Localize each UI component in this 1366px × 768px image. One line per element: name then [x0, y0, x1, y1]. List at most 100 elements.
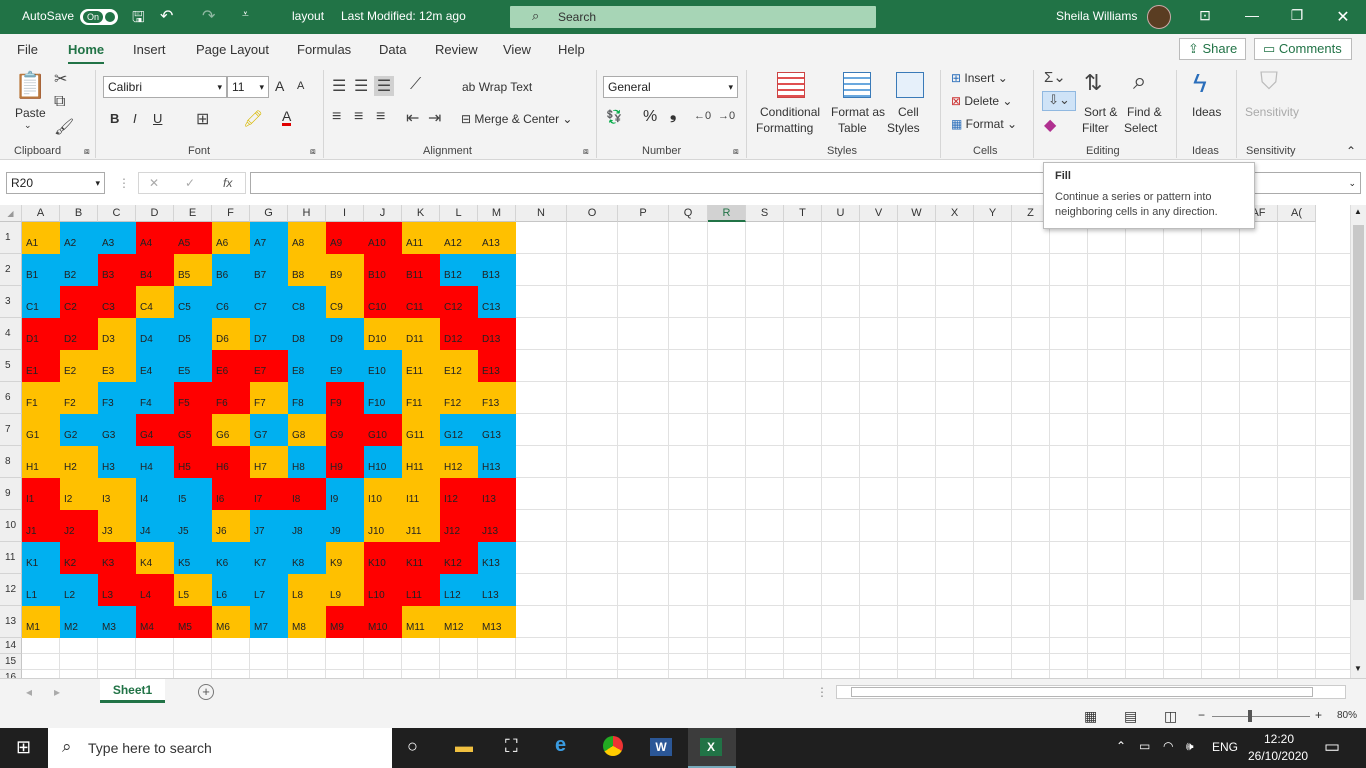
column-header[interactable]: A — [22, 205, 60, 222]
cell[interactable]: K10 — [364, 542, 402, 574]
cell[interactable]: K4 — [136, 542, 174, 574]
cell[interactable]: G9 — [326, 414, 364, 446]
cell[interactable]: I2 — [60, 478, 98, 510]
cell[interactable]: M11 — [402, 606, 440, 638]
column-header[interactable]: C — [98, 205, 136, 222]
column-header[interactable]: Y — [974, 205, 1012, 222]
cell[interactable]: J10 — [364, 510, 402, 542]
cell[interactable]: B4 — [136, 254, 174, 286]
cell[interactable]: F2 — [60, 382, 98, 414]
redo-icon[interactable]: ↷ — [202, 6, 215, 26]
cell[interactable]: L7 — [250, 574, 288, 606]
accounting-format-icon[interactable]: 💱 — [606, 109, 622, 125]
cell[interactable]: E9 — [326, 350, 364, 382]
cell[interactable]: E6 — [212, 350, 250, 382]
cell[interactable]: J3 — [98, 510, 136, 542]
cell[interactable]: A11 — [402, 222, 440, 254]
increase-indent-icon[interactable]: ⇥ — [428, 108, 441, 128]
column-header[interactable]: R — [708, 205, 746, 222]
cell[interactable]: I12 — [440, 478, 478, 510]
cell[interactable]: F10 — [364, 382, 402, 414]
cell[interactable]: E13 — [478, 350, 516, 382]
autosum-icon[interactable]: Σ⌄ — [1044, 68, 1066, 86]
cell[interactable]: M8 — [288, 606, 326, 638]
column-header[interactable]: G — [250, 205, 288, 222]
cell[interactable]: D3 — [98, 318, 136, 350]
page-layout-view-icon[interactable]: ▤ — [1124, 708, 1137, 725]
cell[interactable]: I10 — [364, 478, 402, 510]
tab-view[interactable]: View — [503, 42, 531, 57]
conditional-formatting-label-2[interactable]: Formatting — [756, 121, 813, 135]
cell[interactable]: I1 — [22, 478, 60, 510]
sensitivity-icon[interactable]: ⛉ — [1260, 68, 1278, 96]
cell[interactable]: M6 — [212, 606, 250, 638]
add-sheet-button[interactable]: + — [198, 684, 214, 700]
ideas-label[interactable]: Ideas — [1192, 105, 1221, 119]
tab-page-layout[interactable]: Page Layout — [196, 42, 269, 57]
avatar[interactable] — [1147, 5, 1171, 29]
cell[interactable]: K1 — [22, 542, 60, 574]
column-header[interactable]: B — [60, 205, 98, 222]
cell[interactable]: I8 — [288, 478, 326, 510]
cell[interactable]: M5 — [174, 606, 212, 638]
sensitivity-label[interactable]: Sensitivity — [1245, 105, 1299, 119]
clock-time[interactable]: 12:20 — [1264, 732, 1294, 746]
cell[interactable]: A10 — [364, 222, 402, 254]
cell[interactable]: L2 — [60, 574, 98, 606]
file-explorer-icon[interactable]: ▬ — [455, 736, 473, 757]
cell[interactable]: M12 — [440, 606, 478, 638]
fill-button[interactable]: ⇩⌄ — [1042, 91, 1076, 111]
cell[interactable]: K7 — [250, 542, 288, 574]
cell[interactable]: M9 — [326, 606, 364, 638]
column-header[interactable]: U — [822, 205, 860, 222]
cell[interactable]: M1 — [22, 606, 60, 638]
cell[interactable]: F7 — [250, 382, 288, 414]
column-header[interactable]: I — [326, 205, 364, 222]
scroll-down-icon[interactable]: ▼ — [1354, 664, 1362, 673]
close-icon[interactable]: ✕ — [1331, 7, 1355, 27]
zoom-slider[interactable] — [1212, 710, 1310, 722]
decrease-indent-icon[interactable]: ⇤ — [406, 108, 419, 128]
cell[interactable]: I3 — [98, 478, 136, 510]
cell[interactable]: I13 — [478, 478, 516, 510]
row-header[interactable]: 2 — [0, 254, 22, 286]
cell[interactable]: G10 — [364, 414, 402, 446]
cell[interactable]: H5 — [174, 446, 212, 478]
cell[interactable]: C10 — [364, 286, 402, 318]
cell[interactable]: D5 — [174, 318, 212, 350]
cell[interactable]: B3 — [98, 254, 136, 286]
column-header[interactable]: Q — [669, 205, 708, 222]
bold-button[interactable]: B — [110, 111, 119, 126]
cell[interactable]: I4 — [136, 478, 174, 510]
cell[interactable]: M2 — [60, 606, 98, 638]
scroll-thumb[interactable] — [1353, 225, 1364, 600]
vertical-scrollbar[interactable]: ▲ ▼ — [1350, 205, 1366, 678]
column-header[interactable]: K — [402, 205, 440, 222]
split-handle-icon[interactable]: ⋮ — [816, 685, 828, 699]
insert-function-icon[interactable]: fx — [223, 173, 232, 193]
cell[interactable]: H10 — [364, 446, 402, 478]
cell[interactable]: D4 — [136, 318, 174, 350]
wrap-text-button[interactable]: ab Wrap Text — [462, 80, 532, 94]
font-color-button[interactable]: A — [282, 109, 292, 126]
cell[interactable]: C8 — [288, 286, 326, 318]
cell[interactable]: C9 — [326, 286, 364, 318]
cell[interactable]: H6 — [212, 446, 250, 478]
cell[interactable]: J5 — [174, 510, 212, 542]
cell[interactable]: L1 — [22, 574, 60, 606]
show-hidden-icons[interactable]: ⌃ — [1116, 739, 1126, 753]
cell[interactable]: D2 — [60, 318, 98, 350]
row-header[interactable]: 16 — [0, 670, 22, 678]
increase-font-button[interactable]: A — [275, 78, 284, 94]
column-header[interactable]: N — [516, 205, 567, 222]
cell[interactable]: I5 — [174, 478, 212, 510]
edge-icon[interactable]: e — [555, 734, 566, 757]
cell[interactable]: J11 — [402, 510, 440, 542]
tab-home[interactable]: Home — [68, 42, 105, 65]
cell[interactable]: L3 — [98, 574, 136, 606]
cell[interactable]: F13 — [478, 382, 516, 414]
tab-formulas[interactable]: Formulas — [297, 42, 351, 57]
zoom-level[interactable]: 80% — [1337, 710, 1357, 721]
cell[interactable]: A9 — [326, 222, 364, 254]
cell[interactable]: G11 — [402, 414, 440, 446]
